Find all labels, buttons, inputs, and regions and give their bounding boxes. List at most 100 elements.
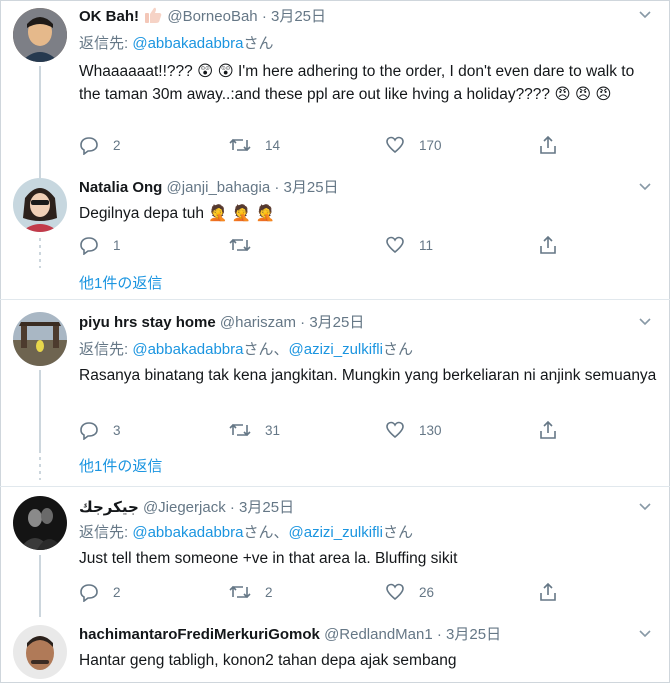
chevron-down-icon[interactable]	[638, 315, 652, 329]
reply-to: 返信先: @abbakadabbraさん、@azizi_zulkifliさん	[79, 340, 413, 360]
chevron-down-icon[interactable]	[638, 627, 652, 641]
honorific: さん	[382, 524, 413, 541]
separator-dot: ·	[229, 499, 235, 516]
reply-icon	[80, 237, 98, 255]
user-handle[interactable]: @Jiegerjack	[143, 499, 226, 516]
like-button[interactable]: 130	[385, 419, 442, 441]
reply-icon	[80, 422, 98, 440]
chevron-down-icon[interactable]	[638, 180, 652, 194]
reply-button[interactable]: 2	[79, 581, 121, 603]
honorific: さん、	[243, 524, 289, 541]
tweet-date[interactable]: 3月25日	[284, 179, 339, 196]
tweet-text: Degilnya depa tuh 🤦 🤦 🤦	[79, 205, 275, 222]
share-button[interactable]	[538, 581, 558, 603]
tweet-5[interactable]: hachimantaroFrediMerkuriGomok @RedlandMa…	[0, 617, 670, 683]
display-name[interactable]: جيكرجك	[79, 499, 139, 516]
retweet-icon	[229, 423, 251, 437]
thread-line	[39, 370, 41, 450]
tweet-3[interactable]: piyu hrs stay home @hariszam · 3月25日 返信先…	[0, 300, 670, 485]
user-handle[interactable]: @BorneoBah	[167, 8, 257, 25]
tweet-date[interactable]: 3月25日	[239, 499, 294, 516]
display-name[interactable]: OK Bah!	[79, 8, 139, 25]
retweet-button[interactable]: 14	[229, 134, 280, 156]
honorific: さん	[243, 35, 274, 52]
like-count: 26	[419, 584, 435, 600]
thread-line	[39, 450, 41, 480]
retweet-icon	[229, 138, 251, 152]
reply-to: 返信先: @abbakadabbraさん、@azizi_zulkifliさん	[79, 523, 413, 543]
share-icon	[540, 420, 556, 439]
like-button[interactable]: 26	[385, 581, 434, 603]
reply-count: 2	[113, 584, 121, 600]
retweet-count: 31	[265, 422, 281, 438]
display-name[interactable]: hachimantaroFrediMerkuriGomok	[79, 626, 320, 643]
avatar[interactable]	[13, 625, 67, 679]
reply-icon	[80, 584, 98, 602]
avatar[interactable]	[13, 178, 67, 232]
tweet-text: Rasanya binatang tak kena jangkitan. Mun…	[79, 367, 657, 384]
tweet-date[interactable]: 3月25日	[446, 626, 501, 643]
tweet-date[interactable]: 3月25日	[271, 8, 326, 25]
like-icon	[386, 421, 404, 439]
retweet-button[interactable]: 2	[229, 581, 273, 603]
retweet-count: 2	[265, 584, 273, 600]
share-button[interactable]	[538, 134, 558, 156]
separator-dot: ·	[436, 626, 442, 643]
chevron-down-icon[interactable]	[638, 500, 652, 514]
share-icon	[540, 135, 556, 154]
user-handle[interactable]: @janji_bahagia	[167, 179, 271, 196]
display-name[interactable]: Natalia Ong	[79, 179, 162, 196]
retweet-button[interactable]: 31	[229, 419, 280, 441]
tweet-actions: 2 2 26	[79, 581, 569, 603]
like-button[interactable]: 11	[385, 234, 433, 256]
tweet-1[interactable]: OK Bah! @BorneoBah · 3月25日 返信先: @abbakad…	[0, 0, 670, 178]
like-button[interactable]: 170	[385, 134, 442, 156]
retweet-icon	[229, 238, 251, 252]
mention-link[interactable]: @azizi_zulkifli	[289, 341, 383, 358]
reply-to: 返信先: @abbakadabbraさん	[79, 34, 274, 54]
retweet-icon	[229, 585, 251, 599]
like-count: 170	[419, 137, 442, 153]
thread-line	[39, 238, 41, 268]
tweet-header: Natalia Ong @janji_bahagia · 3月25日	[79, 178, 339, 198]
mention-link[interactable]: @azizi_zulkifli	[289, 524, 383, 541]
mention-link[interactable]: @abbakadabbra	[132, 524, 243, 541]
tweet-date[interactable]: 3月25日	[309, 314, 364, 331]
show-more-replies-link[interactable]: 他1件の返信	[79, 274, 162, 294]
reply-prefix: 返信先:	[79, 341, 129, 358]
chevron-down-icon[interactable]	[638, 8, 652, 22]
separator-dot: ·	[261, 8, 267, 25]
tweet-text: Just tell them someone +ve in that area …	[79, 550, 458, 567]
share-button[interactable]	[538, 419, 558, 441]
show-more-replies-link[interactable]: 他1件の返信	[79, 457, 162, 477]
mention-link[interactable]: @abbakadabbra	[132, 341, 243, 358]
tweet-2[interactable]: Natalia Ong @janji_bahagia · 3月25日 Degil…	[0, 170, 670, 298]
user-handle[interactable]: @hariszam	[220, 314, 296, 331]
share-icon	[540, 582, 556, 601]
tweet-header: piyu hrs stay home @hariszam · 3月25日	[79, 313, 364, 333]
reply-prefix: 返信先:	[79, 35, 129, 52]
share-button[interactable]	[538, 234, 558, 256]
tweet-actions: 3 31 130	[79, 419, 569, 441]
reply-count: 1	[113, 237, 121, 253]
reply-button[interactable]: 1	[79, 234, 121, 256]
reply-button[interactable]: 2	[79, 134, 121, 156]
reply-button[interactable]: 3	[79, 419, 121, 441]
avatar[interactable]	[13, 312, 67, 366]
reply-prefix: 返信先:	[79, 524, 129, 541]
share-icon	[540, 235, 556, 254]
avatar[interactable]	[13, 8, 67, 62]
tweet-4[interactable]: جيكرجك @Jiegerjack · 3月25日 返信先: @abbakad…	[0, 487, 670, 617]
tweet-text: Hantar geng tabligh, konon2 tahan depa a…	[79, 652, 457, 669]
display-name[interactable]: piyu hrs stay home	[79, 314, 216, 331]
thread-line	[39, 555, 41, 617]
tweet-text: Whaaaaaat!!??? 😲 😲 I'm here adhering to …	[79, 63, 635, 103]
separator-dot: ·	[300, 314, 306, 331]
like-icon	[386, 583, 404, 601]
tweet-header: جيكرجك @Jiegerjack · 3月25日	[79, 498, 294, 518]
avatar[interactable]	[13, 496, 67, 550]
mention-link[interactable]: @abbakadabbra	[132, 35, 243, 52]
retweet-button[interactable]	[229, 234, 265, 256]
user-handle[interactable]: @RedlandMan1	[324, 626, 433, 643]
honorific: さん、	[243, 341, 289, 358]
